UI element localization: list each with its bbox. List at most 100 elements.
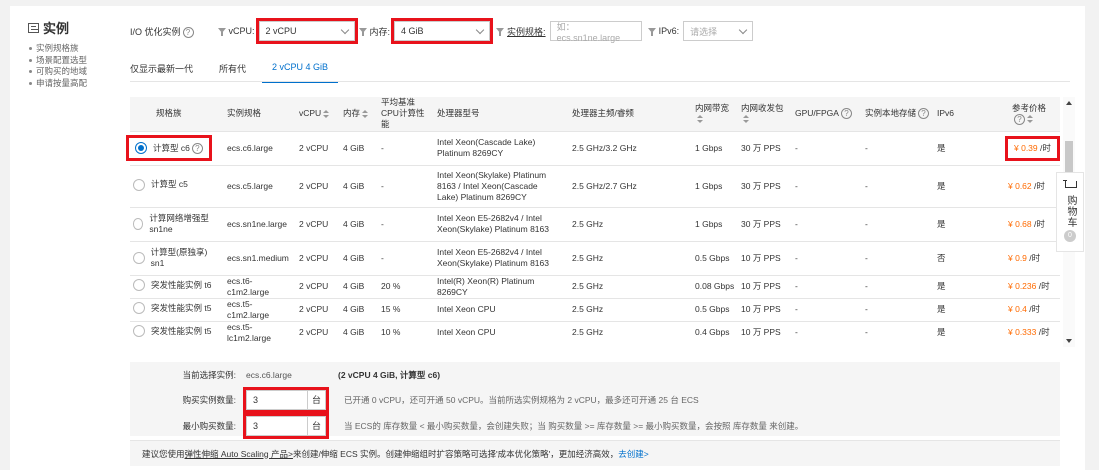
sort-icon[interactable] xyxy=(743,115,749,124)
buy-quantity-value[interactable]: 3 xyxy=(247,391,307,409)
cell-bw: 0.5 Gbps xyxy=(692,240,738,275)
cell-cpu-model: Intel Xeon E5-2682v4 / Intel Xeon(Skylak… xyxy=(434,206,564,241)
sort-icon[interactable] xyxy=(1027,115,1033,124)
cell-price: ¥ 0.4 /时 xyxy=(992,297,1060,321)
cell-family: 计算型(原独享) sn1 xyxy=(130,240,224,275)
instance-radio[interactable] xyxy=(135,142,147,154)
cell-spec: ecs.c6.large xyxy=(224,130,296,165)
buy-quantity-input[interactable]: 3 台 xyxy=(243,387,329,413)
cell-price: ¥ 0.62 /时 xyxy=(992,164,1060,207)
cell-cpu-model: Intel Xeon(Cascade Lake) Platinum 8269CY xyxy=(434,130,564,165)
sidebar-item-regions[interactable]: 可购买的地域 xyxy=(28,66,128,78)
price-unit: /时 xyxy=(1037,142,1051,153)
cell-mem: 4 GiB xyxy=(340,320,378,344)
table-row[interactable]: 突发性能实例 t5 ecs.t5-c1m2.large 2 vCPU 4 GiB 15 … xyxy=(130,297,1060,321)
table-header: 规格族 实例规格 vCPU 内存 平均基准CPU计算性能 处理器型号 处理器主频… xyxy=(130,97,1060,131)
header-mem[interactable]: 内存 xyxy=(340,97,378,131)
help-icon[interactable]: ? xyxy=(1014,113,1025,125)
min-quantity-input[interactable]: 3 台 xyxy=(243,413,329,439)
price-unit: /时 xyxy=(1036,281,1050,291)
table-row[interactable]: 计算网络增强型 sn1ne ecs.sn1ne.large 2 vCPU 4 GiB -… xyxy=(130,206,1060,241)
min-label: 最小购买数量: xyxy=(182,421,236,431)
header-vcpu[interactable]: vCPU xyxy=(296,97,340,131)
vcpu-label: vCPU: xyxy=(228,26,255,36)
cell-ipv6: 是 xyxy=(934,206,992,241)
auto-scaling-link[interactable]: 弹性伸缩 Auto Scaling 产品> xyxy=(185,448,293,460)
cell-bw: 0.08 Gbps xyxy=(692,274,738,298)
cell-freq: 2.5 GHz xyxy=(564,240,692,275)
price-value: ¥ 0.333 xyxy=(1008,327,1037,337)
min-quantity-value[interactable]: 3 xyxy=(247,417,307,435)
chevron-down-icon xyxy=(738,25,748,34)
sort-icon[interactable] xyxy=(362,109,369,119)
min-quantity-unit: 台 xyxy=(307,417,325,435)
page-root: 实例 实例规格族 场景配置选型 可购买的地域 申请按量高配 I/O 优化实例? … xyxy=(0,0,1099,470)
help-icon[interactable]: ? xyxy=(918,108,930,120)
cell-local-storage: - xyxy=(862,297,934,321)
sort-icon[interactable] xyxy=(323,109,330,119)
table-row[interactable]: 突发性能实例 t5 ecs.t5-lc1m2.large 2 vCPU 4 GiB 10… xyxy=(130,320,1060,344)
cell-gpu: - xyxy=(792,274,862,298)
instance-radio[interactable] xyxy=(133,178,145,191)
current-selection-row: 当前选择实例: ecs.c6.large (2 vCPU 4 GiB, 计算型 … xyxy=(130,364,1060,386)
shopping-cart[interactable]: 购物车 0 xyxy=(1056,172,1084,252)
sort-icon[interactable] xyxy=(697,115,703,124)
header-bw[interactable]: 内网带宽 xyxy=(692,97,738,131)
help-icon[interactable]: ? xyxy=(840,108,852,120)
filter-bar: I/O 优化实例? vCPU: 2 vCPU 内存: 4 GiB 实例规格: 如… xyxy=(130,18,1070,44)
memory-select-value: 4 GiB xyxy=(401,26,424,36)
cell-gpu: - xyxy=(792,130,862,165)
cell-pps: 10 万 PPS xyxy=(738,320,792,344)
spec-label[interactable]: 实例规格: xyxy=(507,25,546,38)
instance-radio[interactable] xyxy=(133,279,145,291)
instance-radio[interactable] xyxy=(133,252,145,264)
sidebar-item-scenario[interactable]: 场景配置选型 xyxy=(28,55,128,67)
tab-2vcpu-4gib[interactable]: 2 vCPU 4 GiB xyxy=(262,62,339,83)
tab-latest-generation[interactable]: 仅显示最新一代 xyxy=(130,62,193,83)
cell-vcpu: 2 vCPU xyxy=(296,274,340,298)
instance-radio[interactable] xyxy=(133,218,144,230)
help-icon[interactable]: ? xyxy=(182,26,194,38)
cell-freq: 2.5 GHz xyxy=(564,206,692,241)
vcpu-select[interactable]: 2 vCPU xyxy=(255,18,358,44)
chevron-down-icon xyxy=(340,25,349,34)
table-row[interactable]: 计算型 c5 ecs.c5.large 2 vCPU 4 GiB - Intel Xeon… xyxy=(130,164,1060,207)
buy-hint: 已开通 0 vCPU，还可开通 50 vCPU。当前所选实例规格为 2 vCPU… xyxy=(344,395,699,405)
cell-ipv6: 是 xyxy=(934,130,992,165)
cell-vcpu: 2 vCPU xyxy=(296,206,340,241)
sidebar-item-families[interactable]: 实例规格族 xyxy=(28,43,128,55)
cell-spec: ecs.c5.large xyxy=(224,164,296,207)
header-cpu-model: 处理器型号 xyxy=(434,97,564,131)
cell-cpu-model: Intel Xeon(Skylake) Platinum 8163 / Inte… xyxy=(434,164,564,207)
instance-radio[interactable] xyxy=(133,302,145,314)
price-unit: /时 xyxy=(1031,180,1045,191)
header-pps[interactable]: 内网收发包 xyxy=(738,97,792,131)
ipv6-select[interactable]: 请选择 xyxy=(683,21,754,41)
table-row[interactable]: 突发性能实例 t6 ecs.t6-c1m2.large 2 vCPU 4 GiB 20 … xyxy=(130,274,1060,298)
sidebar-item-apply[interactable]: 申请按量高配 xyxy=(28,78,128,90)
table-row[interactable]: 计算型(原独享) sn1 ecs.sn1.medium 2 vCPU 4 GiB - In… xyxy=(130,240,1060,275)
sidebar-list: 实例规格族 场景配置选型 可购买的地域 申请按量高配 xyxy=(28,43,128,89)
spec-search-input[interactable]: 如：ecs.sn1ne.large xyxy=(549,21,642,43)
cell-family: 计算型 c5 xyxy=(130,164,224,207)
cell-family: 突发性能实例 t5 xyxy=(130,320,224,344)
memory-select[interactable]: 4 GiB xyxy=(391,18,494,44)
help-icon[interactable]: ? xyxy=(191,142,203,154)
tab-all-generations[interactable]: 所有代 xyxy=(219,62,246,83)
price-value: ¥ 0.62 xyxy=(1008,180,1032,191)
scroll-up-icon[interactable] xyxy=(1066,101,1072,105)
sidebar-title-text: 实例 xyxy=(43,21,70,36)
create-link[interactable]: 去创建> xyxy=(618,448,648,460)
cell-family: 计算网络增强型 sn1ne xyxy=(130,206,224,241)
table-row[interactable]: 计算型 c6? ecs.c6.large 2 vCPU 4 GiB - Intel Xeo… xyxy=(126,130,1060,165)
cart-label: 购物车 xyxy=(1065,195,1076,228)
cell-pps: 10 万 PPS xyxy=(738,240,792,275)
header-price[interactable]: 参考价格? xyxy=(992,97,1060,131)
cell-cpu-model: Intel Xeon CPU xyxy=(434,320,564,344)
scroll-down-icon[interactable] xyxy=(1066,339,1072,343)
cell-freq: 2.5 GHz/2.7 GHz xyxy=(564,164,692,207)
cell-pps: 30 万 PPS xyxy=(738,206,792,241)
instance-radio[interactable] xyxy=(133,325,145,337)
cell-cpu-model: Intel(R) Xeon(R) Platinum 8269CY xyxy=(434,274,564,298)
family-label: 突发性能实例 t5 xyxy=(151,325,212,336)
